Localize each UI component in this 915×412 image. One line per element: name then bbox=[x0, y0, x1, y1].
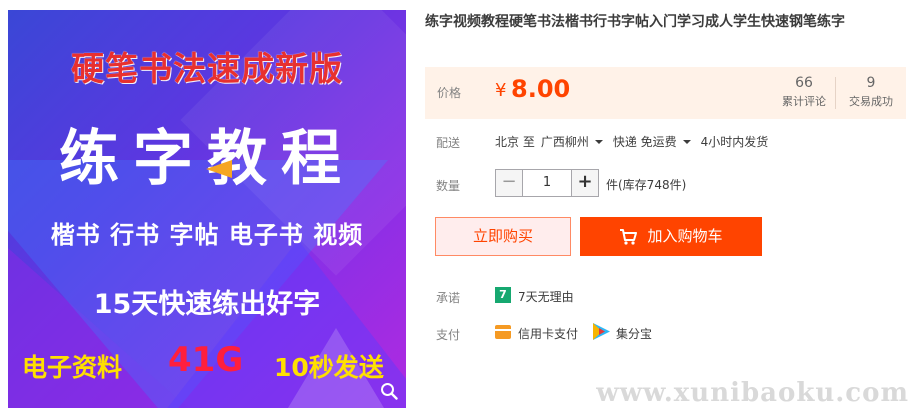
decor-triangle bbox=[206, 160, 232, 178]
add-to-cart-label: 加入购物车 bbox=[647, 227, 723, 245]
ship-from: 北京 至 bbox=[495, 135, 535, 149]
quantity-decrease-button[interactable]: − bbox=[495, 169, 523, 197]
promise-label: 承诺 bbox=[436, 291, 461, 305]
zoom-icon[interactable] bbox=[380, 382, 398, 400]
trades-label: 交易成功 bbox=[849, 95, 893, 108]
image-categories: 楷书 行书 字帖 电子书 视频 bbox=[50, 221, 364, 249]
credit-card-text[interactable]: 信用卡支付 bbox=[518, 325, 578, 342]
price-label: 价格 bbox=[437, 86, 462, 100]
jifenbao-icon bbox=[593, 323, 610, 340]
reviews-count: 66 bbox=[795, 75, 813, 91]
credit-card-icon bbox=[495, 325, 511, 339]
stat-divider bbox=[835, 77, 836, 109]
image-bottom-right: 10秒发送 bbox=[274, 353, 384, 382]
image-bottom-size: 41G bbox=[168, 340, 244, 380]
reviews-stat[interactable]: 66 累计评论 bbox=[777, 74, 831, 110]
image-headline: 硬笔书法速成新版 bbox=[71, 49, 343, 88]
product-page: 硬笔书法速成新版 练字教程 楷书 行书 字帖 电子书 视频 15天快速练出好字 … bbox=[0, 0, 915, 412]
chevron-down-icon[interactable] bbox=[594, 139, 603, 144]
quantity-increase-button[interactable]: + bbox=[571, 169, 599, 197]
add-to-cart-button[interactable]: 加入购物车 bbox=[580, 217, 762, 256]
payment-label: 支付 bbox=[436, 328, 461, 342]
product-image[interactable]: 硬笔书法速成新版 练字教程 楷书 行书 字帖 电子书 视频 15天快速练出好字 … bbox=[8, 10, 406, 408]
quantity-label: 数量 bbox=[436, 179, 461, 193]
quantity-input[interactable]: 1 bbox=[523, 169, 571, 197]
image-promise: 15天快速练出好字 bbox=[93, 289, 321, 320]
buy-now-button[interactable]: 立即购买 bbox=[435, 217, 571, 256]
image-bottom-left: 电子资料 bbox=[22, 353, 123, 382]
price-panel: 价格 ¥ 8.00 66 累计评论 9 交易成功 bbox=[425, 67, 906, 119]
product-title: 练字视频教程硬笔书法楷书行书字帖入门学习成人学生快速钢笔练字 bbox=[425, 14, 845, 30]
watermark: www.xunibaoku.com bbox=[596, 378, 909, 408]
cart-icon bbox=[620, 228, 638, 245]
ship-to-select[interactable]: 广西柳州 bbox=[541, 133, 589, 150]
ship-method-select[interactable]: 快递 免运费 bbox=[613, 133, 677, 150]
reviews-label: 累计评论 bbox=[782, 95, 826, 108]
image-main-title: 练字教程 bbox=[59, 124, 355, 194]
price-value: 8.00 bbox=[511, 75, 571, 103]
stock-text: 件(库存748件) bbox=[606, 178, 687, 192]
dispatch-time: 4小时内发货 bbox=[700, 135, 769, 149]
promise-text[interactable]: 7天无理由 bbox=[518, 288, 574, 305]
shipping-label: 配送 bbox=[436, 136, 461, 150]
chevron-down-icon[interactable] bbox=[682, 139, 691, 144]
trades-stat: 9 交易成功 bbox=[841, 74, 901, 110]
currency-symbol: ¥ bbox=[495, 80, 507, 101]
shipping-row: 北京 至 广西柳州 快递 免运费 4小时内发货 bbox=[495, 133, 768, 150]
trades-count: 9 bbox=[866, 75, 876, 91]
jifenbao-text[interactable]: 集分宝 bbox=[616, 325, 652, 342]
quantity-stepper: − 1 + bbox=[495, 169, 599, 197]
seven-day-return-icon: 7 bbox=[495, 287, 511, 303]
